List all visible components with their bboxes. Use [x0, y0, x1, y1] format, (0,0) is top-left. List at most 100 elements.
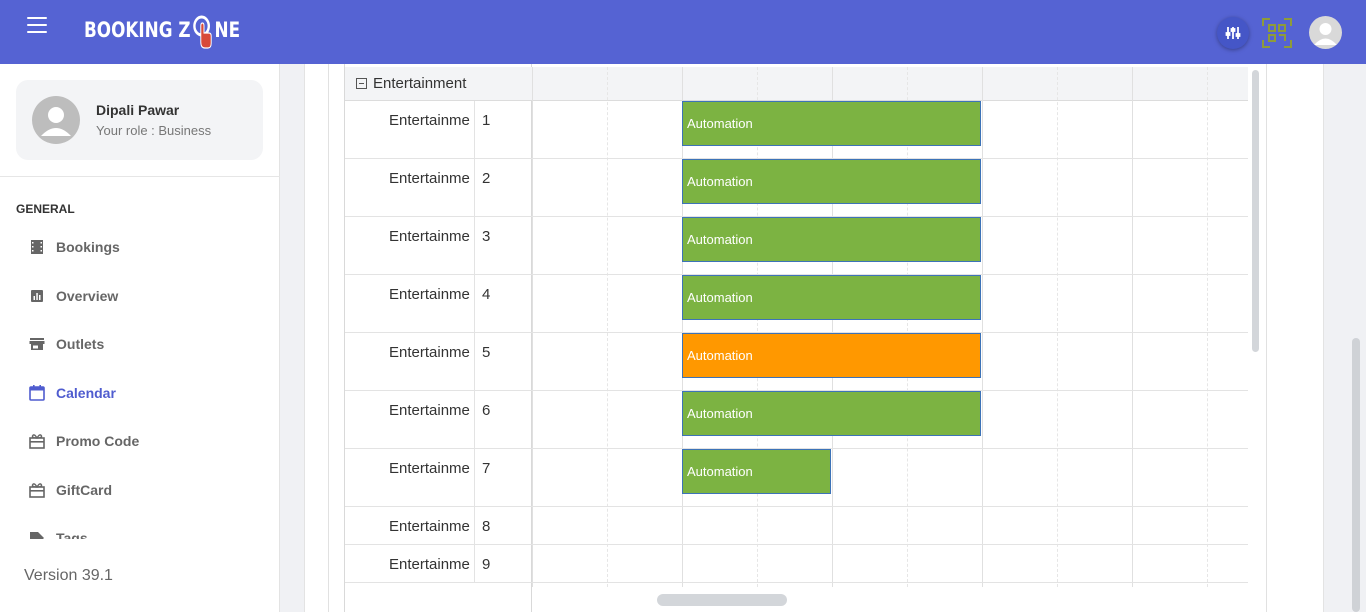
resource-number: 2: [482, 170, 491, 187]
resource-name: Entertainme: [389, 286, 470, 303]
resource-number: 4: [482, 286, 491, 303]
timeline-scheduler: Entertainment Entertainme 1 Entertainme 2 En…: [344, 64, 1248, 612]
timeline-row[interactable]: Automation: [532, 391, 1248, 449]
timeline-group-header: [532, 67, 1248, 101]
timeline-row[interactable]: Automation: [532, 449, 1248, 507]
store-icon: [28, 335, 46, 353]
profile-card[interactable]: Dipali Pawar Your role : Business: [16, 80, 263, 160]
app-logo[interactable]: BOOKING Z NE: [84, 10, 240, 50]
divider: [0, 176, 280, 177]
sidebar-item-label: Calendar: [56, 385, 116, 401]
sidebar-item-label: GiftCard: [56, 482, 112, 498]
resource-number: 9: [482, 556, 491, 573]
resource-row[interactable]: Entertainme 5: [345, 333, 532, 391]
column-divider: [474, 449, 475, 506]
resource-name: Entertainme: [389, 556, 470, 573]
bookings-icon: [28, 238, 46, 256]
timeline-row[interactable]: Automation: [532, 275, 1248, 333]
resource-pane: Entertainment Entertainme 1 Entertainme 2 En…: [344, 64, 532, 612]
page-scrollbar[interactable]: [1352, 338, 1360, 612]
app-version: Version 39.1: [24, 567, 113, 584]
sidebar-item-label: Tags: [56, 530, 88, 539]
resource-name: Entertainme: [389, 460, 470, 477]
collapse-icon[interactable]: [356, 78, 367, 89]
sidebar: Dipali Pawar Your role : Business GENERA…: [0, 64, 280, 612]
timeline-row[interactable]: Automation: [532, 101, 1248, 159]
sidebar-item-label: Bookings: [56, 239, 120, 255]
resource-row[interactable]: Entertainme 4: [345, 275, 532, 333]
event-bar[interactable]: Automation: [682, 391, 981, 436]
qr-code-icon[interactable]: [1262, 18, 1292, 48]
sidebar-item-overview[interactable]: Overview: [28, 285, 118, 307]
resource-row[interactable]: Entertainme 9: [345, 545, 532, 583]
tag-icon: [28, 529, 46, 539]
calendar-icon: [28, 384, 46, 402]
column-divider: [474, 159, 475, 216]
profile-role: Your role : Business: [96, 123, 212, 138]
timeline-row[interactable]: [532, 545, 1248, 583]
resource-row[interactable]: Entertainme 1: [345, 101, 532, 159]
sidebar-item-promo-code[interactable]: Promo Code: [28, 430, 139, 452]
filter-icon[interactable]: [1217, 17, 1249, 49]
overview-icon: [28, 287, 46, 305]
sidebar-item-bookings[interactable]: Bookings: [28, 236, 120, 258]
timeline-row[interactable]: [532, 507, 1248, 545]
logo-text-end: NE: [214, 18, 241, 42]
resource-row[interactable]: Entertainme 7: [345, 449, 532, 507]
column-divider: [474, 217, 475, 274]
event-bar[interactable]: Automation: [682, 217, 981, 262]
timeline-row[interactable]: Automation: [532, 333, 1248, 391]
menu-icon[interactable]: [24, 14, 50, 36]
column-divider: [474, 545, 475, 582]
sidebar-nav: Bookings Overview Outlets Calendar Promo…: [0, 224, 279, 539]
resource-name: Entertainme: [389, 518, 470, 535]
sidebar-item-giftcard[interactable]: GiftCard: [28, 479, 112, 501]
resource-number: 8: [482, 518, 491, 535]
sidebar-item-calendar[interactable]: Calendar: [28, 382, 116, 404]
resource-name: Entertainme: [389, 170, 470, 187]
avatar: [32, 96, 80, 144]
column-divider: [474, 333, 475, 390]
resource-name: Entertainme: [389, 228, 470, 245]
sidebar-item-label: Overview: [56, 288, 119, 304]
section-heading: GENERAL: [16, 202, 75, 216]
resource-number: 1: [482, 112, 491, 129]
event-bar[interactable]: Automation: [682, 275, 981, 320]
event-bar[interactable]: Automation: [682, 159, 981, 204]
resource-row[interactable]: Entertainme 2: [345, 159, 532, 217]
timeline-pane: Automation Automation Automation Automation…: [532, 64, 1248, 612]
gift-icon: [28, 432, 46, 450]
event-bar[interactable]: Automation: [682, 101, 981, 146]
profile-name: Dipali Pawar: [96, 102, 180, 118]
resource-name: Entertainme: [389, 112, 470, 129]
horizontal-scrollbar[interactable]: [657, 594, 787, 606]
column-divider: [474, 391, 475, 448]
vertical-scrollbar[interactable]: [1252, 70, 1259, 352]
resource-row[interactable]: Entertainme 6: [345, 391, 532, 449]
user-avatar-icon[interactable]: [1309, 16, 1342, 49]
resource-number: 5: [482, 344, 491, 361]
resource-name: Entertainme: [389, 344, 470, 361]
event-bar[interactable]: Automation: [682, 333, 981, 378]
resource-group-label: Entertainment: [373, 75, 467, 92]
sidebar-item-tags[interactable]: Tags: [28, 527, 88, 539]
sidebar-item-label: Promo Code: [56, 433, 140, 449]
column-divider: [474, 275, 475, 332]
resource-number: 3: [482, 228, 491, 245]
column-divider: [474, 507, 475, 544]
timeline-row[interactable]: Automation: [532, 159, 1248, 217]
logo-text: BOOKING Z: [84, 18, 191, 42]
hand-pointer-icon: [191, 12, 215, 49]
resource-number: 6: [482, 402, 491, 419]
event-bar[interactable]: Automation: [682, 449, 831, 494]
resource-row[interactable]: Entertainme 8: [345, 507, 532, 545]
top-app-bar: BOOKING Z NE: [0, 0, 1366, 64]
sidebar-item-label: Outlets: [56, 336, 105, 352]
column-divider: [474, 101, 475, 158]
resource-name: Entertainme: [389, 402, 470, 419]
sidebar-item-outlets[interactable]: Outlets: [28, 333, 104, 355]
timeline-row[interactable]: Automation: [532, 217, 1248, 275]
resource-row[interactable]: Entertainme 3: [345, 217, 532, 275]
giftcard-icon: [28, 481, 46, 499]
resource-group-row[interactable]: Entertainment: [345, 67, 532, 101]
